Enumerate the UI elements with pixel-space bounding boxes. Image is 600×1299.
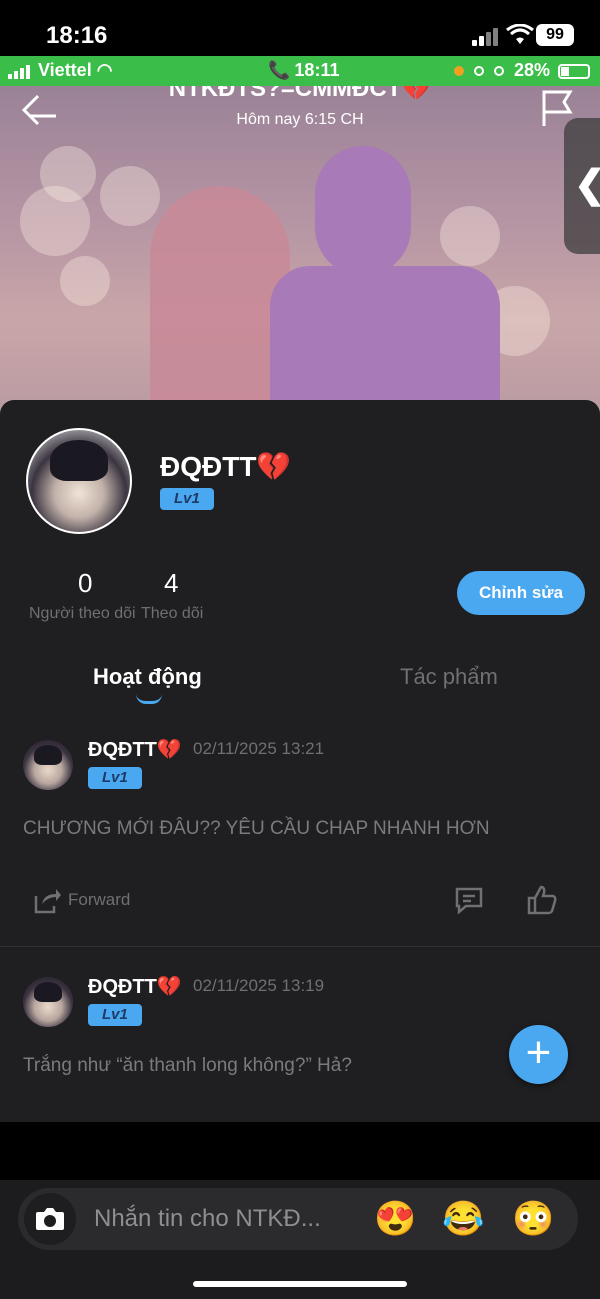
forward-label: Forward [68, 890, 131, 909]
carrier-name: Viettel ◠ [38, 60, 113, 80]
cellular-signal-icon [472, 28, 502, 46]
tab-works[interactable]: Tác phẩm [400, 664, 498, 690]
post-level-badge: Lv1 [88, 1004, 142, 1026]
chevron-left-icon: ❮ [574, 162, 600, 207]
inner-signal-icon [8, 63, 34, 79]
girl-silhouette [150, 186, 290, 420]
page-subtitle: Hôm nay 6:15 CH [236, 111, 364, 128]
post-text: Trắng như “ăn thanh long không?” Hả? [23, 1055, 352, 1076]
post-level-badge: Lv1 [88, 767, 142, 789]
page-title: NTKĐTS?=CMMĐCT💔 [168, 86, 432, 102]
create-post-button[interactable]: + [509, 1025, 568, 1084]
recording-dot-icon [454, 66, 464, 76]
post-timestamp: 02/11/2025 13:21 [193, 739, 325, 758]
forward-button[interactable]: Forward [32, 886, 130, 921]
wifi-icon [506, 24, 534, 44]
laughing-emoji-button[interactable]: 😂 [442, 1199, 484, 1239]
followers-count[interactable]: 0 [78, 568, 92, 599]
battery-indicator: 99 [536, 24, 574, 46]
camera-icon [36, 1208, 64, 1230]
alarm-icon [494, 66, 504, 76]
comment-icon[interactable] [454, 886, 484, 914]
boy-silhouette-body [270, 266, 500, 420]
forward-icon [34, 889, 61, 914]
orientation-lock-icon [474, 66, 484, 76]
post-author-avatar[interactable] [23, 740, 73, 790]
heart-eyes-emoji-button[interactable]: 😍 [374, 1199, 416, 1239]
message-input-container[interactable]: Nhắn tin cho NTKĐ... 😍 😂 😳 [18, 1188, 578, 1250]
camera-button[interactable] [24, 1193, 76, 1245]
home-indicator[interactable] [193, 1281, 407, 1287]
edit-profile-button[interactable]: Chỉnh sửa [457, 571, 585, 615]
post-text: CHƯƠNG MỚI ĐÂU?? YÊU CẦU CHAP NHANH HƠN [23, 818, 490, 839]
side-panel-handle[interactable]: ❮ [564, 118, 600, 254]
like-icon[interactable] [526, 884, 558, 916]
profile-card: ĐQĐTT💔 Lv1 0 Người theo dõi 4 Theo dõi C… [0, 400, 600, 1122]
cover-banner: NTKĐTS?=CMMĐCT💔 Hôm nay 6:15 CH ❮ [0, 86, 600, 420]
boy-silhouette-head [315, 146, 411, 276]
post-author-name[interactable]: ĐQĐTT💔 [88, 737, 182, 762]
inner-battery-icon [558, 64, 590, 79]
post-author-name[interactable]: ĐQĐTT💔 [88, 974, 182, 999]
ios-status-bar: 18:16 99 [0, 0, 600, 56]
flushed-emoji-button[interactable]: 😳 [512, 1199, 554, 1239]
tab-activity[interactable]: Hoạt động [93, 664, 202, 690]
profile-name: ĐQĐTT💔 [160, 451, 292, 482]
post-author-avatar[interactable] [23, 977, 73, 1027]
post-timestamp: 02/11/2025 13:19 [193, 976, 325, 995]
level-badge: Lv1 [160, 488, 214, 510]
message-input[interactable]: Nhắn tin cho NTKĐ... [94, 1205, 321, 1233]
plus-icon: + [525, 1028, 552, 1077]
following-label[interactable]: Theo dõi [141, 605, 203, 623]
inner-clock: 📞 18:11 [268, 60, 340, 80]
followers-label[interactable]: Người theo dõi [29, 605, 136, 623]
active-tab-indicator [136, 694, 162, 704]
in-call-status-bar[interactable]: Viettel ◠ 📞 18:11 28% [0, 56, 600, 86]
profile-avatar[interactable] [26, 428, 132, 534]
following-count[interactable]: 4 [164, 568, 178, 599]
message-composer-area: Nhắn tin cho NTKĐ... 😍 😂 😳 [0, 1180, 600, 1299]
ios-clock: 18:16 [46, 22, 108, 49]
inner-battery-percent: 28% [514, 60, 551, 80]
post-divider [0, 946, 600, 947]
inner-wifi-icon: ◠ [96, 60, 113, 80]
